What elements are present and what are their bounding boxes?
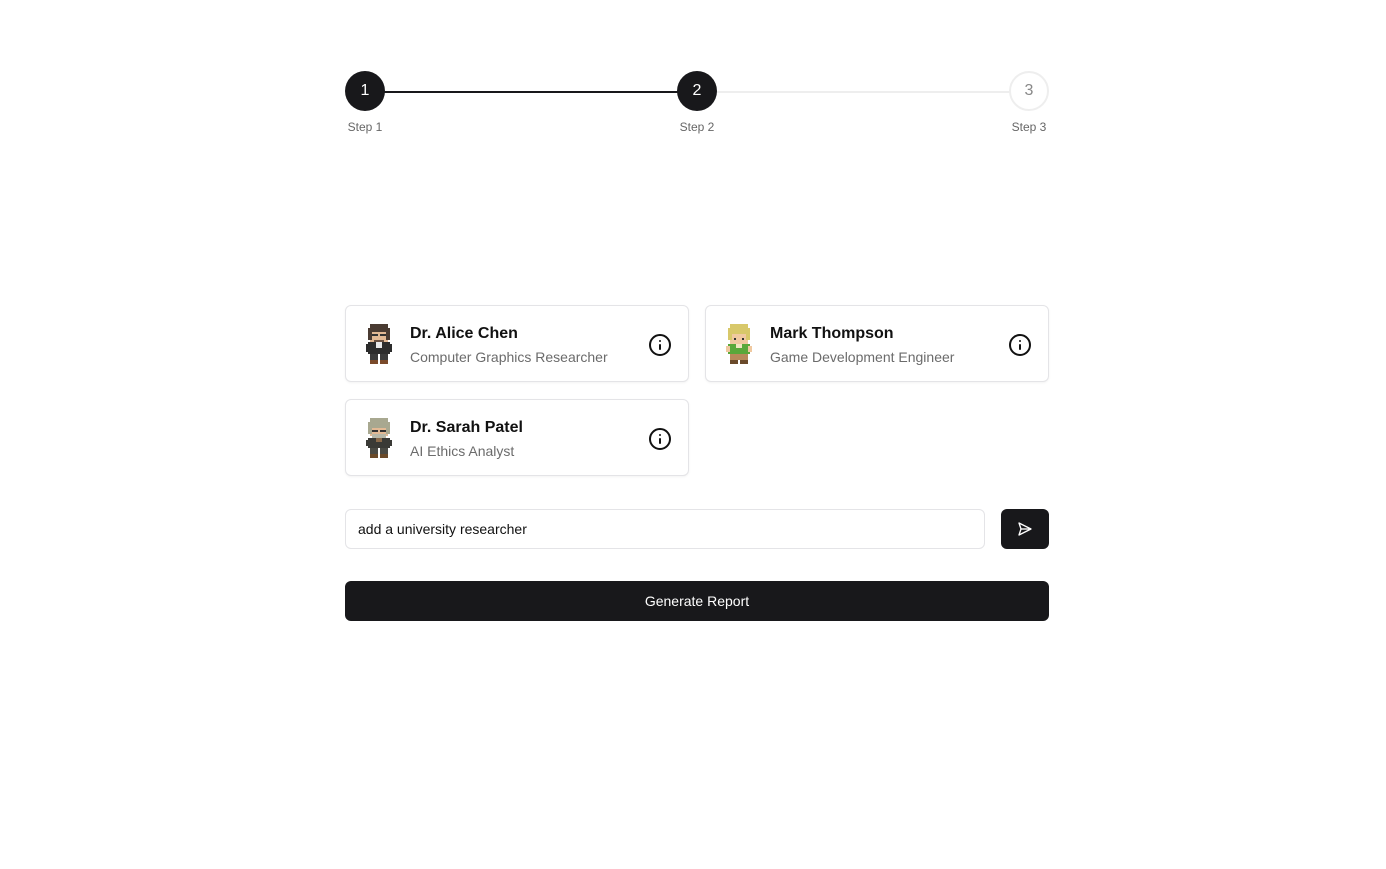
pixel-character-blonde-green-icon (726, 324, 752, 364)
info-icon[interactable] (648, 333, 672, 357)
send-icon (1018, 522, 1032, 536)
step-3-label: Step 3 (1011, 120, 1047, 134)
step-1-circle[interactable]: 1 (345, 71, 385, 111)
step-1-label: Step 1 (347, 120, 383, 134)
persona-card[interactable]: Mark Thompson Game Development Engineer (705, 305, 1049, 382)
step-1[interactable]: 1 Step 1 (345, 71, 385, 134)
info-icon[interactable] (648, 427, 672, 451)
step-2-circle[interactable]: 2 (677, 71, 717, 111)
step-3[interactable]: 3 Step 3 (1009, 71, 1049, 134)
persona-card[interactable]: Dr. Sarah Patel AI Ethics Analyst (345, 399, 689, 476)
stepper-line-complete (365, 91, 697, 93)
persona-prompt-input[interactable] (345, 509, 985, 549)
persona-name: Dr. Alice Chen (410, 325, 518, 342)
pixel-character-dark-hair-icon (366, 324, 392, 364)
step-2-label: Step 2 (679, 120, 715, 134)
persona-role: AI Ethics Analyst (410, 443, 515, 459)
info-icon[interactable] (1008, 333, 1032, 357)
pixel-character-gray-hair-icon (366, 418, 392, 458)
step-2[interactable]: 2 Step 2 (677, 71, 717, 134)
progress-stepper: 1 Step 1 2 Step 2 3 Step 3 (345, 71, 1049, 141)
persona-name: Mark Thompson (770, 325, 894, 342)
persona-name: Dr. Sarah Patel (410, 419, 523, 436)
generate-report-button[interactable]: Generate Report (345, 581, 1049, 621)
stepper-line-incomplete (697, 91, 1029, 93)
persona-role: Game Development Engineer (770, 349, 955, 365)
persona-card[interactable]: Dr. Alice Chen Computer Graphics Researc… (345, 305, 689, 382)
persona-role: Computer Graphics Researcher (410, 349, 608, 365)
step-3-circle[interactable]: 3 (1009, 71, 1049, 111)
send-button[interactable] (1001, 509, 1049, 549)
